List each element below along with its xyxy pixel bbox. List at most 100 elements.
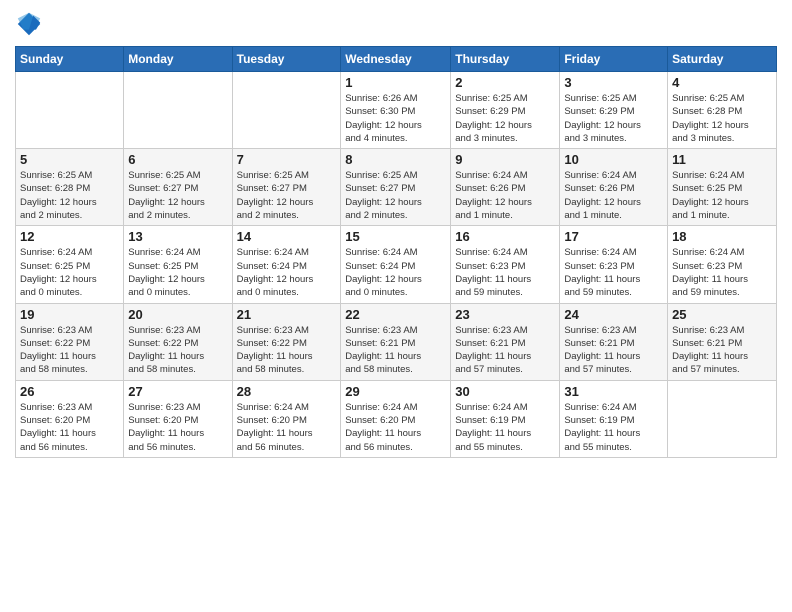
day-number: 3: [564, 75, 663, 90]
calendar-cell: 27Sunrise: 6:23 AM Sunset: 6:20 PM Dayli…: [124, 380, 232, 457]
day-info: Sunrise: 6:24 AM Sunset: 6:25 PM Dayligh…: [128, 246, 227, 299]
calendar-cell: 19Sunrise: 6:23 AM Sunset: 6:22 PM Dayli…: [16, 303, 124, 380]
day-info: Sunrise: 6:23 AM Sunset: 6:21 PM Dayligh…: [455, 324, 555, 377]
week-row-1: 1 Sunrise: 6:26 AM Sunset: 6:30 PM Daylig…: [16, 72, 777, 149]
day-info: Sunrise: 6:24 AM Sunset: 6:24 PM Dayligh…: [237, 246, 337, 299]
day-number: 31: [564, 384, 663, 399]
day-number: 15: [345, 229, 446, 244]
day-info: Sunrise: 6:25 AM Sunset: 6:28 PM Dayligh…: [20, 169, 119, 222]
day-info: Sunrise: 6:25 AM Sunset: 6:28 PM Dayligh…: [672, 92, 772, 145]
day-info: Sunrise: 6:23 AM Sunset: 6:20 PM Dayligh…: [20, 401, 119, 454]
day-info: Sunrise: 6:24 AM Sunset: 6:23 PM Dayligh…: [672, 246, 772, 299]
logo: [15, 10, 47, 38]
calendar-cell: 22Sunrise: 6:23 AM Sunset: 6:21 PM Dayli…: [341, 303, 451, 380]
day-info: Sunrise: 6:23 AM Sunset: 6:21 PM Dayligh…: [345, 324, 446, 377]
day-number: 28: [237, 384, 337, 399]
day-number: 11: [672, 152, 772, 167]
day-info: Sunrise: 6:25 AM Sunset: 6:29 PM Dayligh…: [564, 92, 663, 145]
day-number: 12: [20, 229, 119, 244]
day-info: Sunrise: 6:24 AM Sunset: 6:25 PM Dayligh…: [672, 169, 772, 222]
day-number: 5: [20, 152, 119, 167]
calendar-cell: 5 Sunrise: 6:25 AM Sunset: 6:28 PM Daylig…: [16, 149, 124, 226]
day-number: 2: [455, 75, 555, 90]
calendar-cell: [16, 72, 124, 149]
calendar-cell: 26 Sunrise: 6:23 AM Sunset: 6:20 PM Dayli…: [16, 380, 124, 457]
day-info: Sunrise: 6:24 AM Sunset: 6:25 PM Dayligh…: [20, 246, 119, 299]
day-info: Sunrise: 6:25 AM Sunset: 6:29 PM Dayligh…: [455, 92, 555, 145]
calendar-cell: 16 Sunrise: 6:24 AM Sunset: 6:23 PM Dayli…: [451, 226, 560, 303]
calendar-cell: 28 Sunrise: 6:24 AM Sunset: 6:20 PM Dayli…: [232, 380, 341, 457]
calendar-cell: 3 Sunrise: 6:25 AM Sunset: 6:29 PM Daylig…: [560, 72, 668, 149]
calendar-cell: 21 Sunrise: 6:23 AM Sunset: 6:22 PM Dayli…: [232, 303, 341, 380]
day-number: 21: [237, 307, 337, 322]
calendar-cell: 9 Sunrise: 6:24 AM Sunset: 6:26 PM Daylig…: [451, 149, 560, 226]
day-info: Sunrise: 6:23 AM Sunset: 6:22 PM Dayligh…: [237, 324, 337, 377]
day-number: 7: [237, 152, 337, 167]
calendar-cell: 8Sunrise: 6:25 AM Sunset: 6:27 PM Daylig…: [341, 149, 451, 226]
calendar-cell: 2 Sunrise: 6:25 AM Sunset: 6:29 PM Daylig…: [451, 72, 560, 149]
day-number: 19: [20, 307, 119, 322]
calendar-cell: 30 Sunrise: 6:24 AM Sunset: 6:19 PM Dayli…: [451, 380, 560, 457]
calendar-cell: 6 Sunrise: 6:25 AM Sunset: 6:27 PM Daylig…: [124, 149, 232, 226]
weekday-header-row: SundayMondayTuesdayWednesdayThursdayFrid…: [16, 47, 777, 72]
day-info: Sunrise: 6:23 AM Sunset: 6:22 PM Dayligh…: [128, 324, 227, 377]
weekday-header-sunday: Sunday: [16, 47, 124, 72]
week-row-2: 5 Sunrise: 6:25 AM Sunset: 6:28 PM Daylig…: [16, 149, 777, 226]
day-info: Sunrise: 6:26 AM Sunset: 6:30 PM Dayligh…: [345, 92, 446, 145]
day-info: Sunrise: 6:23 AM Sunset: 6:21 PM Dayligh…: [672, 324, 772, 377]
day-info: Sunrise: 6:25 AM Sunset: 6:27 PM Dayligh…: [237, 169, 337, 222]
day-number: 26: [20, 384, 119, 399]
day-info: Sunrise: 6:24 AM Sunset: 6:23 PM Dayligh…: [455, 246, 555, 299]
weekday-header-friday: Friday: [560, 47, 668, 72]
day-number: 30: [455, 384, 555, 399]
weekday-header-wednesday: Wednesday: [341, 47, 451, 72]
calendar-cell: 20 Sunrise: 6:23 AM Sunset: 6:22 PM Dayli…: [124, 303, 232, 380]
week-row-3: 12 Sunrise: 6:24 AM Sunset: 6:25 PM Dayli…: [16, 226, 777, 303]
calendar-cell: 18 Sunrise: 6:24 AM Sunset: 6:23 PM Dayli…: [668, 226, 777, 303]
calendar-cell: [668, 380, 777, 457]
calendar-cell: 10Sunrise: 6:24 AM Sunset: 6:26 PM Dayli…: [560, 149, 668, 226]
day-info: Sunrise: 6:24 AM Sunset: 6:20 PM Dayligh…: [237, 401, 337, 454]
calendar-cell: 29 Sunrise: 6:24 AM Sunset: 6:20 PM Dayli…: [341, 380, 451, 457]
calendar-cell: 1 Sunrise: 6:26 AM Sunset: 6:30 PM Daylig…: [341, 72, 451, 149]
week-row-5: 26 Sunrise: 6:23 AM Sunset: 6:20 PM Dayli…: [16, 380, 777, 457]
calendar-cell: 11 Sunrise: 6:24 AM Sunset: 6:25 PM Dayli…: [668, 149, 777, 226]
day-number: 25: [672, 307, 772, 322]
calendar-cell: 13 Sunrise: 6:24 AM Sunset: 6:25 PM Dayli…: [124, 226, 232, 303]
calendar-cell: 4 Sunrise: 6:25 AM Sunset: 6:28 PM Daylig…: [668, 72, 777, 149]
day-info: Sunrise: 6:25 AM Sunset: 6:27 PM Dayligh…: [128, 169, 227, 222]
calendar-cell: 7 Sunrise: 6:25 AM Sunset: 6:27 PM Daylig…: [232, 149, 341, 226]
day-info: Sunrise: 6:24 AM Sunset: 6:20 PM Dayligh…: [345, 401, 446, 454]
day-number: 13: [128, 229, 227, 244]
day-number: 20: [128, 307, 227, 322]
weekday-header-thursday: Thursday: [451, 47, 560, 72]
day-info: Sunrise: 6:23 AM Sunset: 6:21 PM Dayligh…: [564, 324, 663, 377]
day-info: Sunrise: 6:24 AM Sunset: 6:24 PM Dayligh…: [345, 246, 446, 299]
day-number: 9: [455, 152, 555, 167]
calendar-cell: 17 Sunrise: 6:24 AM Sunset: 6:23 PM Dayli…: [560, 226, 668, 303]
day-number: 4: [672, 75, 772, 90]
day-info: Sunrise: 6:24 AM Sunset: 6:23 PM Dayligh…: [564, 246, 663, 299]
day-number: 17: [564, 229, 663, 244]
calendar: SundayMondayTuesdayWednesdayThursdayFrid…: [15, 46, 777, 458]
day-info: Sunrise: 6:24 AM Sunset: 6:19 PM Dayligh…: [455, 401, 555, 454]
weekday-header-saturday: Saturday: [668, 47, 777, 72]
calendar-cell: [124, 72, 232, 149]
day-number: 1: [345, 75, 446, 90]
day-number: 29: [345, 384, 446, 399]
day-number: 23: [455, 307, 555, 322]
day-info: Sunrise: 6:24 AM Sunset: 6:19 PM Dayligh…: [564, 401, 663, 454]
day-number: 16: [455, 229, 555, 244]
day-number: 18: [672, 229, 772, 244]
day-info: Sunrise: 6:24 AM Sunset: 6:26 PM Dayligh…: [455, 169, 555, 222]
weekday-header-tuesday: Tuesday: [232, 47, 341, 72]
day-info: Sunrise: 6:25 AM Sunset: 6:27 PM Dayligh…: [345, 169, 446, 222]
logo-icon: [15, 10, 43, 38]
calendar-cell: 14 Sunrise: 6:24 AM Sunset: 6:24 PM Dayli…: [232, 226, 341, 303]
calendar-cell: 15 Sunrise: 6:24 AM Sunset: 6:24 PM Dayli…: [341, 226, 451, 303]
calendar-cell: [232, 72, 341, 149]
day-number: 14: [237, 229, 337, 244]
calendar-cell: 12 Sunrise: 6:24 AM Sunset: 6:25 PM Dayli…: [16, 226, 124, 303]
day-number: 6: [128, 152, 227, 167]
header: [15, 10, 777, 38]
